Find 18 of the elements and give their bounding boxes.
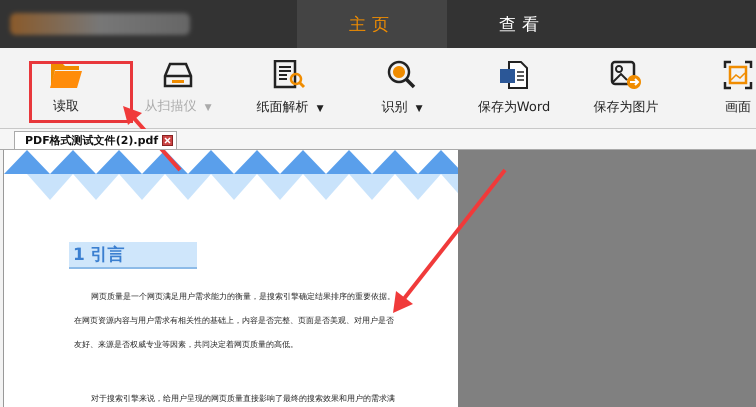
folder-icon [49, 61, 83, 89]
magnifier-icon [387, 60, 417, 90]
document-tab[interactable]: PDF格式测试文件(2).pdf [14, 131, 178, 149]
toolbar-button[interactable]: 纸面解析 ▼ [234, 52, 346, 124]
toolbar-button[interactable]: 识别 ▼ [346, 52, 458, 124]
image-export-icon [610, 60, 642, 90]
close-icon[interactable] [162, 135, 174, 146]
document-search-icon [273, 60, 307, 90]
document-tab-label[interactable]: PDF格式测试文件(2).pdf [25, 133, 158, 148]
toolbar-button[interactable]: 画面 [682, 52, 756, 124]
main-tab[interactable]: 主页 [297, 0, 447, 48]
toolbar-button[interactable]: 保存为Word [458, 52, 570, 124]
tray-icon [163, 61, 193, 89]
section-heading: 1 引言 [69, 242, 197, 269]
screen-capture-icon [723, 60, 753, 90]
toolbar-button[interactable]: 保存为图片 [570, 52, 682, 124]
word-file-icon [499, 60, 529, 90]
toolbar-button[interactable]: 读取 [10, 52, 122, 124]
